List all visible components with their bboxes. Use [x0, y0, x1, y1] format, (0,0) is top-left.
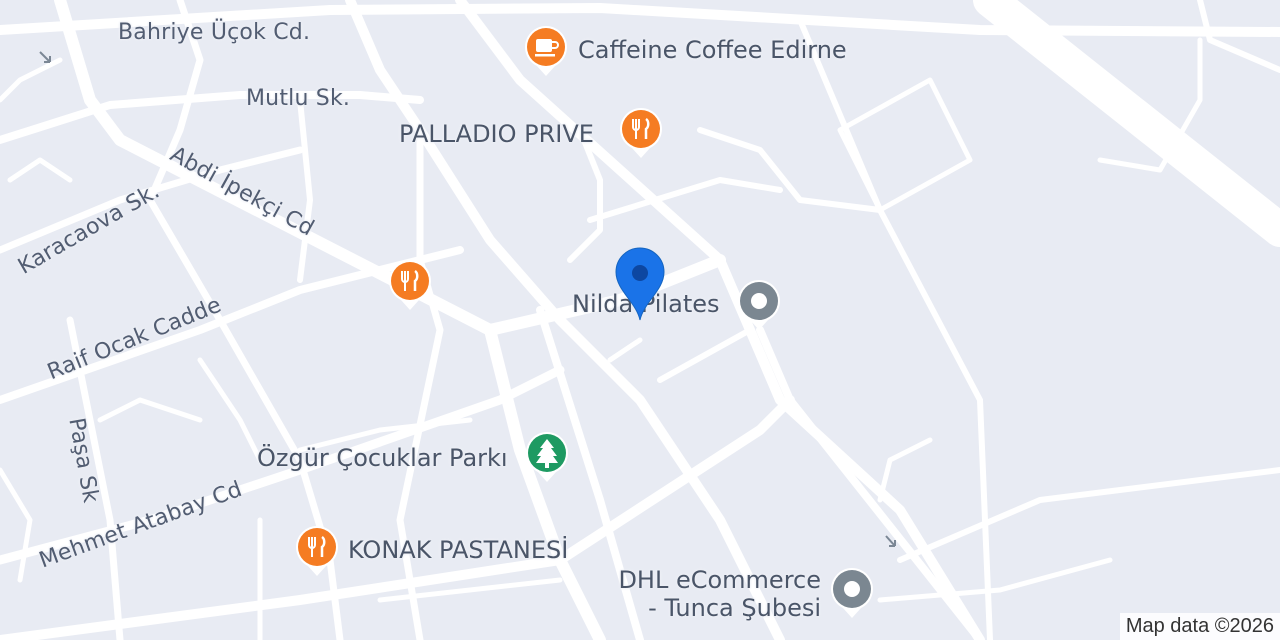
poi-marker-restaurant[interactable]	[387, 258, 433, 314]
coffee-cup-icon	[525, 26, 567, 76]
map-canvas[interactable]: Bahriye Üçok Cd. Mutlu Sk. Abdi İpekçi C…	[0, 0, 1280, 640]
tree-icon	[526, 432, 568, 482]
map-attribution[interactable]: Map data ©2026	[1119, 613, 1280, 640]
poi-label-palladio[interactable]: PALLADIO PRIVE	[399, 120, 594, 148]
poi-marker-ozgur[interactable]	[524, 430, 570, 486]
poi-label-konak[interactable]: KONAK PASTANESİ	[348, 536, 568, 564]
street-label-bahriye: Bahriye Üçok Cd.	[118, 20, 311, 45]
poi-marker-caffeine[interactable]	[523, 24, 569, 80]
fork-knife-icon	[389, 260, 431, 310]
selected-location-pin[interactable]	[614, 246, 666, 322]
fork-knife-icon	[296, 526, 338, 576]
one-way-arrow-icon	[39, 51, 51, 63]
poi-marker-nilda[interactable]	[736, 278, 782, 334]
one-way-arrow-icon	[885, 535, 896, 547]
poi-marker-dhl[interactable]	[829, 566, 875, 622]
poi-label-ozgur[interactable]: Özgür Çocuklar Parkı	[257, 444, 508, 472]
location-pin-icon	[615, 247, 665, 321]
poi-label-dhl[interactable]: DHL eCommerce - Tunca Şubesi	[606, 566, 821, 622]
poi-marker-palladio[interactable]	[618, 106, 664, 162]
fork-knife-icon	[620, 108, 662, 158]
street-label-mutlu: Mutlu Sk.	[246, 86, 351, 111]
poi-label-dhl-line1: DHL eCommerce	[618, 566, 821, 594]
circle-pin-icon	[738, 280, 780, 330]
poi-label-caffeine[interactable]: Caffeine Coffee Edirne	[578, 36, 847, 64]
poi-marker-konak[interactable]	[294, 524, 340, 580]
circle-pin-icon	[831, 568, 873, 618]
poi-label-dhl-line2: - Tunca Şubesi	[648, 594, 821, 622]
